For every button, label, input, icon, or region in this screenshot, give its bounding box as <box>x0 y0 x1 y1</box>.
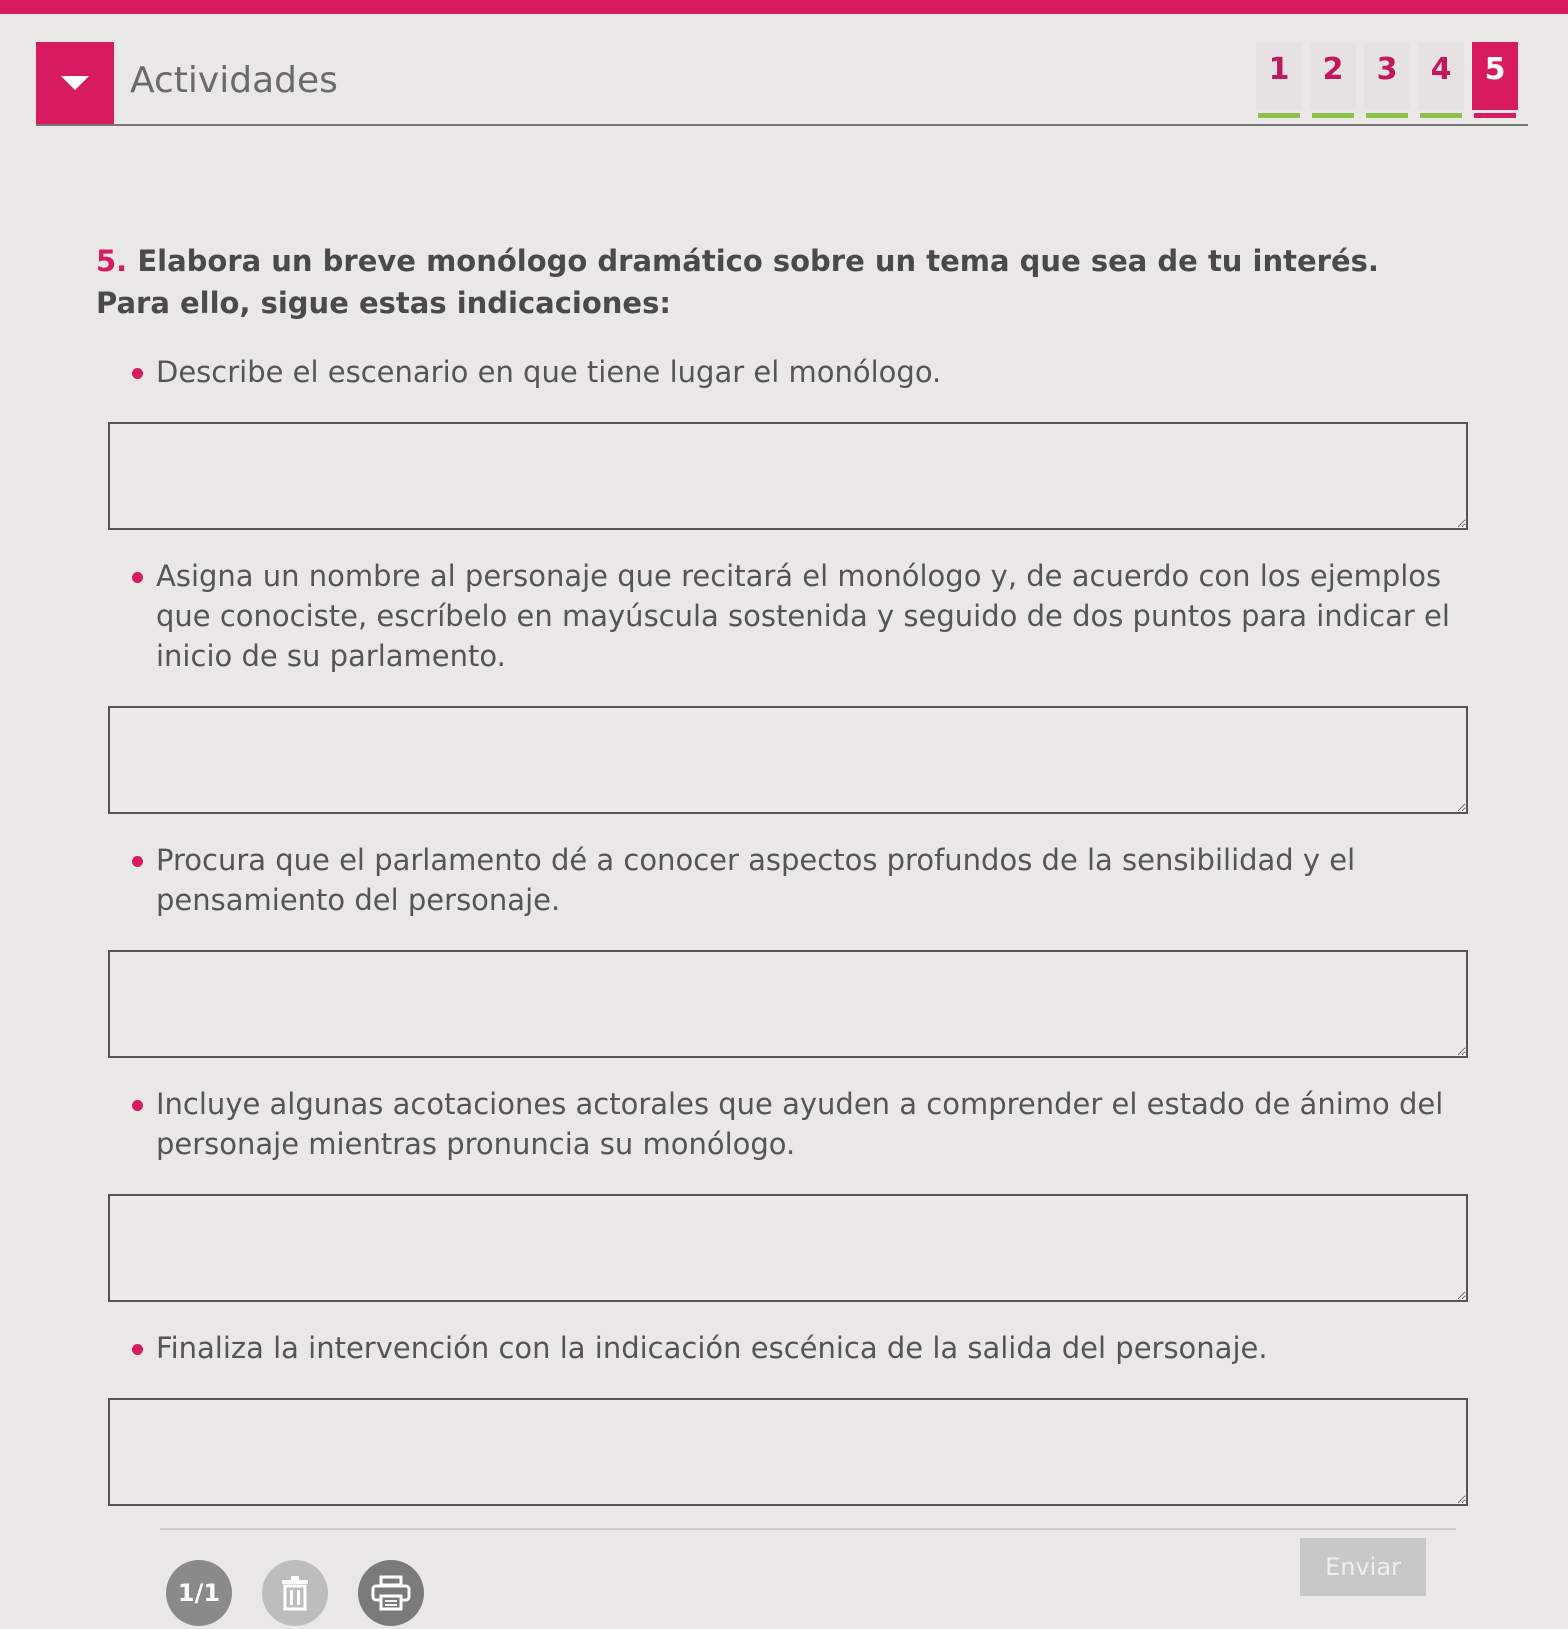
instruction-1: Describe el escenario en que tiene lugar… <box>96 352 1456 392</box>
instruction-4: Incluye algunas acotaciones actorales qu… <box>96 1084 1456 1164</box>
instruction-text: Incluye algunas acotaciones actorales qu… <box>156 1087 1444 1161</box>
answer-field-2[interactable] <box>108 706 1468 814</box>
instruction-3: Procura que el parlamento dé a conocer a… <box>96 840 1456 920</box>
step-1-button[interactable]: 1 <box>1256 42 1302 118</box>
page-indicator: 1/1 <box>166 1560 232 1626</box>
step-5-button[interactable]: 5 <box>1472 42 1518 118</box>
instruction-text: Asigna un nombre al personaje que recita… <box>156 559 1450 673</box>
instruction-text: Finaliza la intervención con la indicaci… <box>156 1331 1268 1365</box>
footer-toolbar: 1/1 <box>166 1560 424 1626</box>
bullet-dot-icon <box>132 572 143 583</box>
menu-toggle-button[interactable] <box>36 42 114 124</box>
list-item: Procura que el parlamento dé a conocer a… <box>96 840 1496 1058</box>
print-button[interactable] <box>358 1560 424 1626</box>
footer-divider <box>160 1528 1456 1530</box>
page-title: Actividades <box>130 60 338 101</box>
question-prompt: 5. Elabora un breve monólogo dramático s… <box>96 240 1426 324</box>
answer-field-5[interactable] <box>108 1398 1468 1506</box>
answer-field-4[interactable] <box>108 1194 1468 1302</box>
answer-field-3[interactable] <box>108 950 1468 1058</box>
instruction-5: Finaliza la intervención con la indicaci… <box>96 1328 1456 1368</box>
step-4-button[interactable]: 4 <box>1418 42 1464 118</box>
instruction-text: Describe el escenario en que tiene lugar… <box>156 355 942 389</box>
list-item: Asigna un nombre al personaje que recita… <box>96 556 1496 814</box>
bullet-dot-icon <box>132 368 143 379</box>
bullet-dot-icon <box>132 1344 143 1355</box>
bullet-dot-icon <box>132 1100 143 1111</box>
question-number: 5. <box>96 244 128 278</box>
top-accent-bar <box>0 0 1568 14</box>
list-item: Finaliza la intervención con la indicaci… <box>96 1328 1496 1506</box>
chevron-down-icon <box>61 76 89 90</box>
activities-header: Actividades 1 2 3 4 5 <box>36 42 1528 126</box>
step-2-button[interactable]: 2 <box>1310 42 1356 118</box>
printer-icon <box>371 1575 411 1611</box>
instruction-text: Procura que el parlamento dé a conocer a… <box>156 843 1356 917</box>
activity-content: 5. Elabora un breve monólogo dramático s… <box>96 240 1496 1532</box>
question-text: Elabora un breve monólogo dramático sobr… <box>96 244 1379 320</box>
instruction-2: Asigna un nombre al personaje que recita… <box>96 556 1456 676</box>
list-item: Incluye algunas acotaciones actorales qu… <box>96 1084 1496 1302</box>
bullet-dot-icon <box>132 856 143 867</box>
step-3-button[interactable]: 3 <box>1364 42 1410 118</box>
list-item: Describe el escenario en que tiene lugar… <box>96 352 1496 530</box>
answer-field-1[interactable] <box>108 422 1468 530</box>
delete-button[interactable] <box>262 1560 328 1626</box>
step-navigation: 1 2 3 4 5 <box>1256 42 1518 118</box>
send-button[interactable]: Enviar <box>1300 1538 1426 1596</box>
trash-icon <box>282 1576 308 1611</box>
